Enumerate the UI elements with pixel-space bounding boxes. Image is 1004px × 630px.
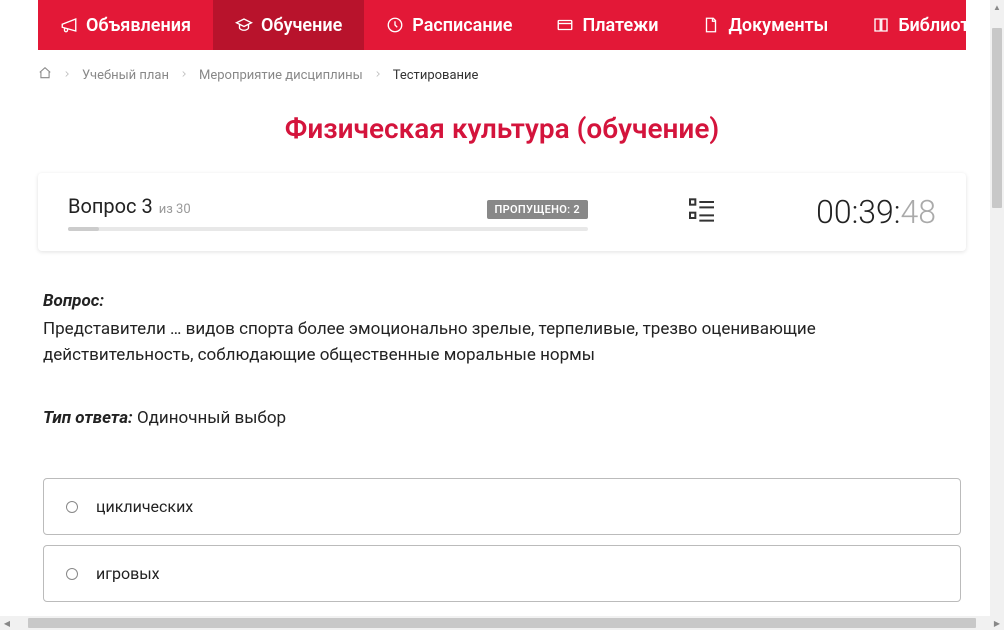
timer: 00:39:48: [816, 193, 936, 231]
breadcrumb-current: Тестирование: [393, 68, 479, 83]
option-text: циклических: [96, 497, 193, 516]
timer-seconds: 48: [901, 193, 937, 231]
option-text: игровых: [96, 564, 160, 583]
nav-label: Расписание: [412, 15, 512, 36]
radio-icon: [66, 568, 78, 580]
graduation-icon: [235, 16, 253, 34]
nav-label: Документы: [728, 15, 828, 36]
nav-payments[interactable]: Платежи: [534, 0, 680, 50]
progress-fill: [68, 227, 99, 231]
megaphone-icon: [60, 16, 78, 34]
horizontal-scrollbar[interactable]: ◀ ▶: [0, 616, 1004, 630]
scroll-up-arrow[interactable]: ▲: [990, 0, 1004, 14]
chevron-right-icon: [179, 68, 189, 83]
nav-schedule[interactable]: Расписание: [364, 0, 534, 50]
nav-documents[interactable]: Документы: [680, 0, 850, 50]
nav-label: Объявления: [86, 15, 191, 36]
answer-option[interactable]: игровых: [43, 545, 961, 602]
nav-education[interactable]: Обучение: [213, 0, 364, 50]
progress-bar: [68, 227, 588, 231]
book-icon: [872, 16, 890, 34]
main-navigation: Объявления Обучение Расписание Платежи Д…: [38, 0, 966, 50]
answer-type-label: Тип ответа:: [43, 408, 133, 428]
radio-icon: [66, 501, 78, 513]
scroll-right-arrow[interactable]: ▶: [990, 616, 1004, 630]
breadcrumb-link-plan[interactable]: Учебный план: [82, 68, 169, 83]
nav-label: Обучение: [261, 15, 342, 36]
chevron-right-icon: [62, 68, 72, 83]
document-icon: [702, 16, 720, 34]
scroll-left-arrow[interactable]: ◀: [0, 616, 14, 630]
question-text: Представители … видов спорта более эмоци…: [43, 317, 961, 368]
scrollbar-thumb[interactable]: [992, 28, 1002, 208]
home-icon[interactable]: [38, 66, 52, 84]
breadcrumb: Учебный план Мероприятие дисциплины Тест…: [38, 50, 966, 100]
chevron-right-icon: [373, 68, 383, 83]
question-number: Вопрос 3: [68, 194, 153, 218]
nav-label: Платежи: [582, 15, 658, 36]
answer-option[interactable]: циклических: [43, 478, 961, 535]
answer-type-value: Одиночный выбор: [137, 408, 286, 428]
vertical-scrollbar[interactable]: ▲: [990, 0, 1004, 616]
nav-announcements[interactable]: Объявления: [38, 0, 213, 50]
skipped-badge: ПРОПУЩЕНО: 2: [487, 200, 588, 219]
nav-label: Библиотека: [898, 15, 998, 36]
scrollbar-thumb[interactable]: [28, 618, 976, 628]
answer-options: циклических игровых: [38, 478, 966, 602]
card-icon: [556, 16, 574, 34]
question-list-button[interactable]: [686, 194, 718, 230]
nav-library[interactable]: Библиотека: [850, 0, 1004, 50]
breadcrumb-link-event[interactable]: Мероприятие дисциплины: [199, 68, 363, 83]
page-title: Физическая культура (обучение): [38, 112, 966, 145]
test-status-card: Вопрос 3 из 30 ПРОПУЩЕНО: 2 00:39:48: [38, 173, 966, 251]
clock-icon: [386, 16, 404, 34]
timer-main: 00:39:: [816, 193, 900, 231]
question-total: из 30: [159, 202, 191, 217]
question-label: Вопрос:: [43, 291, 961, 311]
